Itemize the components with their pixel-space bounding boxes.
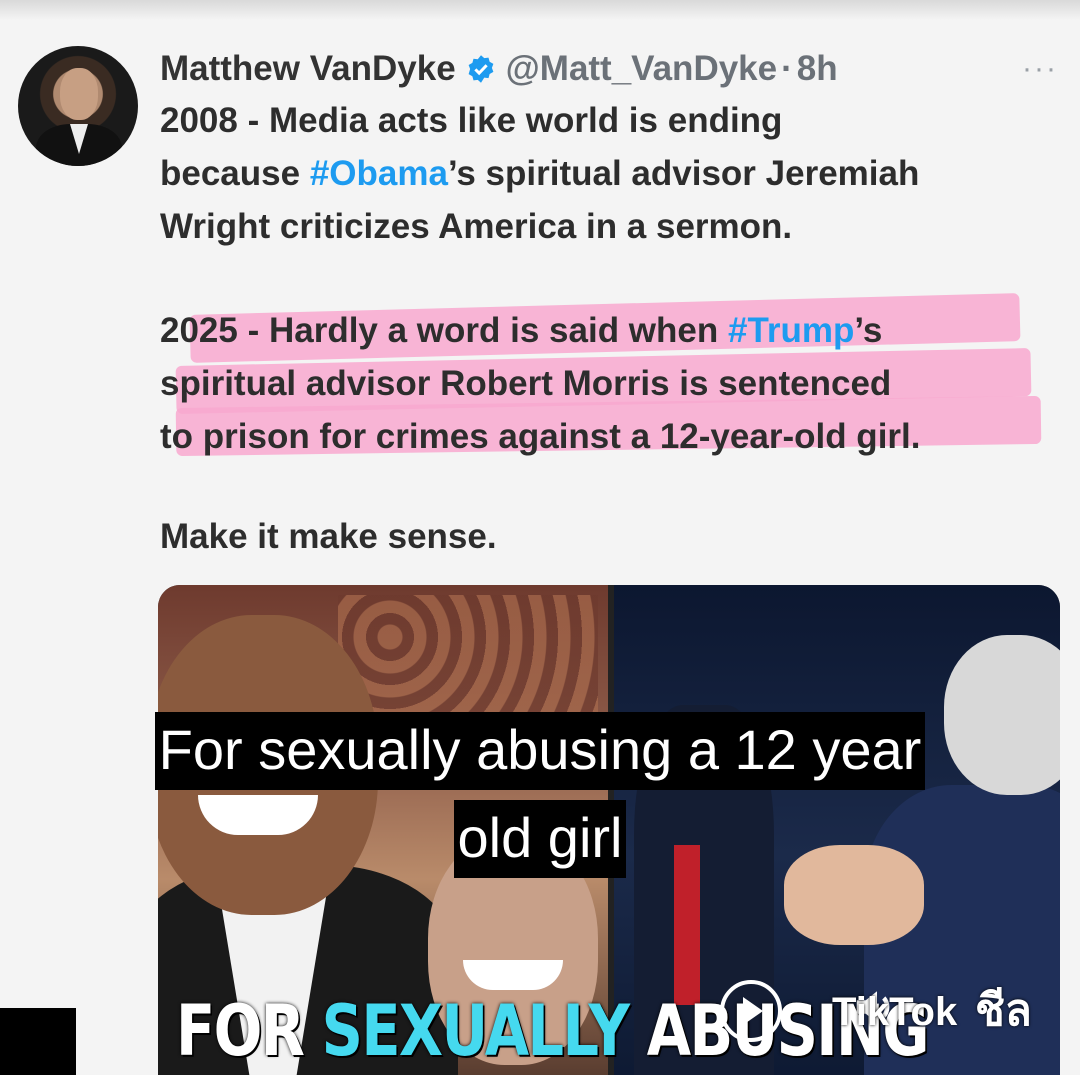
video-caption: For sexually abusing a 12 year — [0, 712, 1080, 790]
tweet-line: spiritual advisor Robert Morris is sente… — [160, 364, 892, 403]
video-caption-2: old girl — [0, 800, 1080, 878]
tweet-line: to prison for crimes against a 12-year-o… — [160, 417, 921, 456]
tweet-line: 2025 - Hardly a word is said when #Trump… — [160, 311, 883, 350]
tweet-paragraph-1: 2008 - Media acts like world is ending b… — [160, 94, 1060, 253]
tiktok-logo-icon: TikTok — [832, 990, 958, 1034]
tweet-header: Matthew VanDyke @Matt_VanDyke · 8h — [160, 44, 1060, 94]
more-icon[interactable]: ··· — [1022, 52, 1058, 86]
author-handle[interactable]: @Matt_VanDyke — [506, 49, 777, 89]
play-icon[interactable] — [720, 980, 782, 1042]
verified-badge-icon — [468, 55, 494, 83]
thai-watermark: ชีล — [975, 986, 1032, 1035]
tweet-paragraph-2: 2025 - Hardly a word is said when #Trump… — [160, 304, 1060, 463]
tweet-line: Wright criticizes America in a sermon. — [160, 207, 793, 246]
hashtag-obama[interactable]: #Obama — [310, 154, 448, 193]
timestamp[interactable]: 8h — [797, 49, 838, 89]
top-frame — [0, 0, 1080, 20]
overlay-banner: FOR SEXUALLY ABUSING — [176, 990, 930, 1072]
separator: · — [781, 49, 793, 88]
tweet-line: because #Obama’s spiritual advisor Jerem… — [160, 154, 920, 193]
caption-line-2: old girl — [453, 800, 627, 878]
author-name[interactable]: Matthew VanDyke — [160, 49, 456, 89]
avatar[interactable] — [18, 46, 138, 166]
tweet-paragraph-3: Make it make sense. — [160, 517, 497, 556]
hashtag-trump[interactable]: #Trump — [728, 311, 854, 350]
caption-line-1: For sexually abusing a 12 year — [154, 712, 926, 790]
corner-bar — [0, 1008, 76, 1075]
tweet-line: 2008 - Media acts like world is ending — [160, 101, 783, 140]
